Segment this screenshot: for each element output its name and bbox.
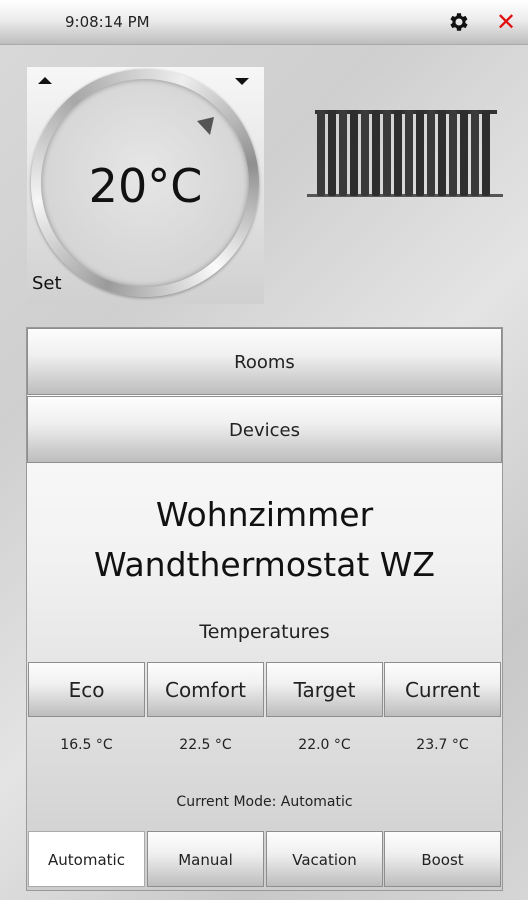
eco-value: 16.5 °C <box>60 737 113 753</box>
top-bar: 9:08:14 PM ✕ <box>0 0 528 45</box>
dial-pointer-icon[interactable] <box>195 115 217 137</box>
radiator-icon <box>307 110 503 197</box>
clock: 9:08:14 PM <box>65 13 150 31</box>
rooms-button[interactable]: Rooms <box>27 328 502 395</box>
set-label: Set <box>32 273 62 294</box>
current-header[interactable]: Current <box>384 662 501 717</box>
current-value: 23.7 °C <box>416 737 469 753</box>
thermostat-dial[interactable]: 20°C Set <box>27 67 264 304</box>
eco-header[interactable]: Eco <box>28 662 145 717</box>
target-value: 22.0 °C <box>298 737 351 753</box>
devices-button[interactable]: Devices <box>27 396 502 463</box>
close-icon[interactable]: ✕ <box>494 8 518 36</box>
set-temperature: 20°C <box>88 159 203 213</box>
decrease-arrow-icon[interactable] <box>235 78 249 85</box>
mode-boost-button[interactable]: Boost <box>384 831 501 887</box>
comfort-value: 22.5 °C <box>179 737 232 753</box>
device-title: Wohnzimmer Wandthermostat WZ <box>27 490 502 590</box>
temperatures-title: Temperatures <box>199 621 330 643</box>
mode-manual-button[interactable]: Manual <box>147 831 264 887</box>
gear-icon[interactable] <box>447 10 471 34</box>
mode-automatic-button[interactable]: Automatic <box>28 831 145 887</box>
room-name: Wohnzimmer <box>155 495 374 534</box>
increase-arrow-icon[interactable] <box>38 77 52 84</box>
comfort-header[interactable]: Comfort <box>147 662 264 717</box>
device-panel: Rooms Devices Wohnzimmer Wandthermostat … <box>26 327 503 891</box>
device-name: Wandthermostat WZ <box>93 545 436 584</box>
target-header[interactable]: Target <box>266 662 383 717</box>
mode-vacation-button[interactable]: Vacation <box>266 831 383 887</box>
current-mode-status: Current Mode: Automatic <box>176 794 353 810</box>
